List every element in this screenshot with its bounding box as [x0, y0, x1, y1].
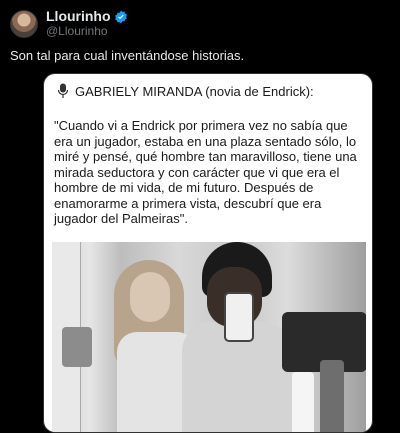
photo-cup-gray: [320, 360, 344, 432]
verified-badge-icon: [114, 10, 128, 24]
tweet-header: Llourinho @Llourinho: [10, 8, 128, 40]
couple-photo: [52, 242, 366, 432]
quote-title: GABRIELY MIRANDA (novia de Endrick):: [57, 83, 314, 99]
tweet-media-image[interactable]: GABRIELY MIRANDA (novia de Endrick): "Cu…: [43, 73, 373, 433]
avatar[interactable]: [10, 10, 38, 38]
quote-title-text: GABRIELY MIRANDA (novia de Endrick):: [75, 83, 314, 99]
tweet-text: Son tal para cual inventándose historias…: [10, 48, 245, 63]
photo-phone: [224, 292, 254, 342]
microphone-icon: [57, 83, 69, 99]
quote-body: "Cuando vi a Endrick por primera vez no …: [54, 118, 357, 226]
author-names: Llourinho @Llourinho: [46, 9, 128, 39]
display-name[interactable]: Llourinho: [46, 9, 111, 24]
photo-woman-face: [130, 272, 170, 322]
name-row: Llourinho: [46, 9, 128, 24]
handle[interactable]: @Llourinho: [46, 24, 128, 39]
photo-chair: [62, 327, 92, 367]
